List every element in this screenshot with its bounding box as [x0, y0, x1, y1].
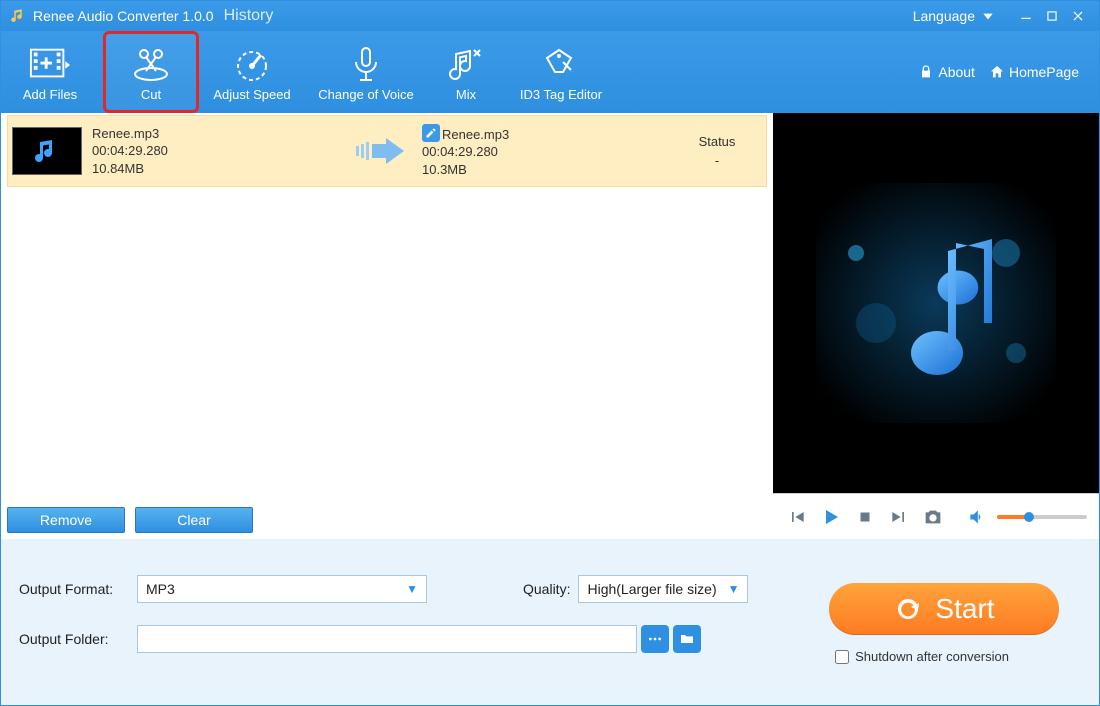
- output-file-size: 10.3MB: [422, 161, 672, 179]
- status-column: Status -: [682, 134, 752, 168]
- filmstrip-add-icon: [29, 43, 71, 85]
- history-link[interactable]: History: [224, 7, 274, 25]
- file-thumbnail: [12, 127, 82, 175]
- shutdown-checkbox-input[interactable]: [835, 650, 849, 664]
- homepage-label: HomePage: [1009, 64, 1079, 80]
- tag-icon: [540, 43, 582, 85]
- quality-select[interactable]: High(Larger file size) ▼: [578, 575, 748, 603]
- file-row[interactable]: Renee.mp3 00:04:29.280 10.84MB Renee.mp3: [7, 115, 767, 187]
- play-button[interactable]: [819, 505, 843, 529]
- next-button[interactable]: [887, 505, 911, 529]
- about-link[interactable]: About: [918, 64, 975, 80]
- lock-icon: [918, 64, 934, 80]
- output-format-select[interactable]: MP3 ▼: [137, 575, 427, 603]
- app-title: Renee Audio Converter 1.0.0: [33, 8, 214, 24]
- speed-icon: [231, 43, 273, 85]
- browse-folder-button[interactable]: [673, 625, 701, 653]
- about-label: About: [938, 64, 975, 80]
- toolbar: Add Files Cut Adjust Spee: [1, 31, 1099, 113]
- more-button[interactable]: [641, 625, 669, 653]
- preview-canvas: [773, 113, 1099, 493]
- mix-icon: [445, 43, 487, 85]
- chevron-down-icon: ▼: [406, 582, 418, 596]
- change-voice-button[interactable]: Change of Voice: [301, 31, 431, 113]
- shutdown-checkbox[interactable]: Shutdown after conversion: [835, 649, 1009, 664]
- minimize-button[interactable]: [1013, 6, 1039, 26]
- edit-icon: [422, 124, 440, 142]
- output-file-info: Renee.mp3 00:04:29.280 10.3MB: [422, 124, 672, 179]
- close-button[interactable]: [1065, 6, 1091, 26]
- input-file-size: 10.84MB: [92, 160, 342, 178]
- change-voice-label: Change of Voice: [318, 87, 413, 102]
- output-folder-input[interactable]: [137, 625, 637, 653]
- output-folder-label: Output Folder:: [19, 631, 137, 647]
- input-file-name: Renee.mp3: [92, 125, 342, 143]
- previous-button[interactable]: [785, 505, 809, 529]
- clear-button[interactable]: Clear: [135, 507, 253, 533]
- shutdown-label: Shutdown after conversion: [855, 649, 1009, 664]
- arrow-icon: [352, 134, 412, 168]
- adjust-speed-label: Adjust Speed: [213, 87, 290, 102]
- stop-button[interactable]: [853, 505, 877, 529]
- adjust-speed-button[interactable]: Adjust Speed: [203, 31, 301, 113]
- status-header: Status: [682, 134, 752, 149]
- add-files-button[interactable]: Add Files: [1, 31, 99, 113]
- snapshot-button[interactable]: [921, 505, 945, 529]
- output-file-name: Renee.mp3: [422, 124, 672, 144]
- preview-panel: [773, 113, 1099, 539]
- refresh-icon: [893, 594, 923, 624]
- volume-icon[interactable]: [965, 505, 989, 529]
- cut-button[interactable]: Cut: [103, 31, 199, 113]
- microphone-icon: [345, 43, 387, 85]
- cut-label: Cut: [141, 87, 161, 102]
- id3-tag-label: ID3 Tag Editor: [520, 87, 602, 102]
- list-buttons: Remove Clear: [7, 505, 767, 537]
- main-area: Renee.mp3 00:04:29.280 10.84MB Renee.mp3: [1, 113, 1099, 539]
- toolbar-right-links: About HomePage: [918, 64, 1099, 80]
- cut-icon: [130, 43, 172, 85]
- language-label: Language: [913, 8, 975, 24]
- app-window: Renee Audio Converter 1.0.0 History Lang…: [0, 0, 1100, 706]
- output-file-duration: 00:04:29.280: [422, 143, 672, 161]
- add-files-label: Add Files: [23, 87, 77, 102]
- chevron-down-icon: ▼: [728, 582, 740, 596]
- titlebar: Renee Audio Converter 1.0.0 History Lang…: [1, 1, 1099, 31]
- dots-icon: [647, 631, 663, 647]
- volume-control: [965, 505, 1087, 529]
- file-list: Renee.mp3 00:04:29.280 10.84MB Renee.mp3: [1, 113, 773, 539]
- start-button[interactable]: Start: [829, 583, 1059, 635]
- home-icon: [989, 64, 1005, 80]
- input-file-duration: 00:04:29.280: [92, 142, 342, 160]
- maximize-button[interactable]: [1039, 6, 1065, 26]
- folder-icon: [679, 631, 695, 647]
- quality-value: High(Larger file size): [587, 581, 727, 597]
- volume-slider[interactable]: [997, 515, 1087, 519]
- output-format-value: MP3: [146, 581, 406, 597]
- music-note-icon: [816, 183, 1056, 423]
- mix-label: Mix: [456, 87, 476, 102]
- player-bar: [773, 493, 1099, 539]
- status-value: -: [682, 153, 752, 168]
- id3-tag-button[interactable]: ID3 Tag Editor: [501, 31, 621, 113]
- output-format-label: Output Format:: [19, 581, 137, 597]
- start-label: Start: [935, 593, 994, 625]
- remove-button[interactable]: Remove: [7, 507, 125, 533]
- mix-button[interactable]: Mix: [431, 31, 501, 113]
- language-menu[interactable]: Language: [913, 8, 995, 24]
- bottom-panel: Output Format: MP3 ▼ Quality: High(Large…: [1, 539, 1099, 705]
- homepage-link[interactable]: HomePage: [989, 64, 1079, 80]
- app-logo-icon: [9, 7, 27, 25]
- quality-label: Quality:: [523, 581, 570, 597]
- chevron-down-icon: [981, 9, 995, 23]
- input-file-info: Renee.mp3 00:04:29.280 10.84MB: [92, 125, 342, 178]
